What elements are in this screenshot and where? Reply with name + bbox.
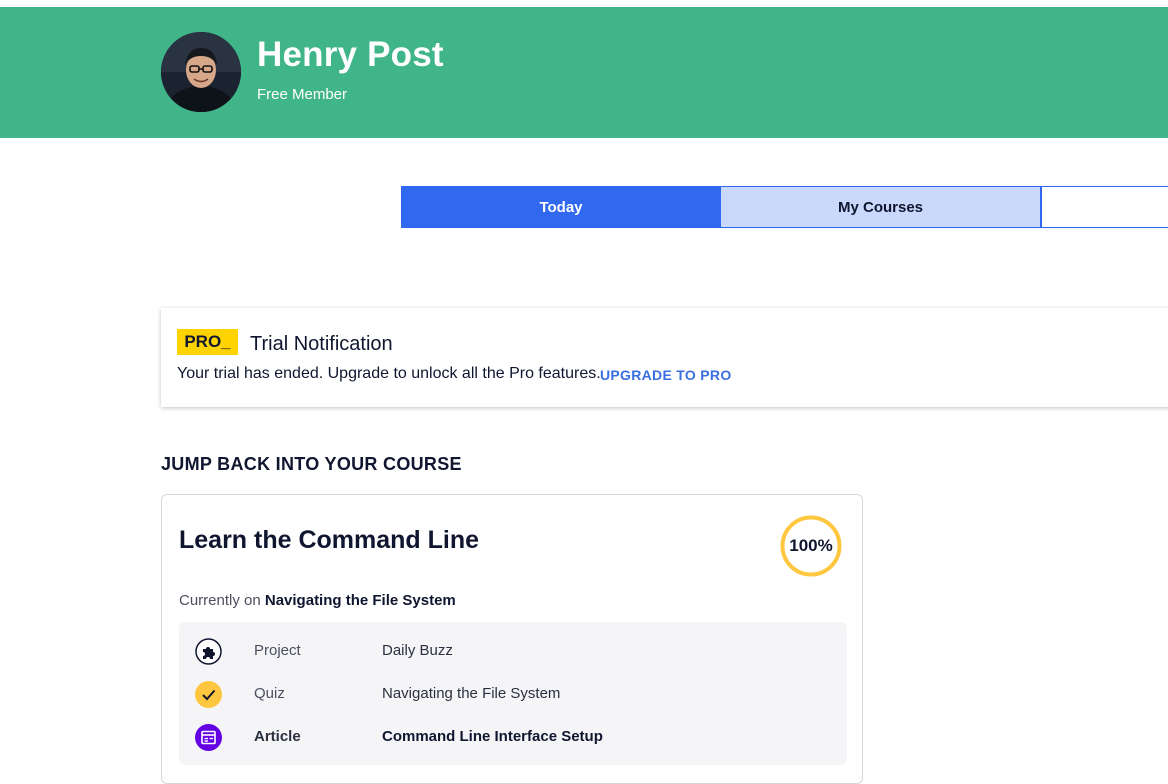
- notification-title: Trial Notification: [250, 333, 393, 355]
- upgrade-to-pro-link[interactable]: UPGRADE TO PRO: [600, 367, 732, 383]
- current-module: Navigating the File System: [264, 592, 456, 609]
- item-name: Daily Buzz: [382, 642, 453, 659]
- list-item[interactable]: Article Command Line Interface Setup: [179, 717, 847, 757]
- list-item[interactable]: Project Daily Buzz: [179, 631, 847, 671]
- article-icon: [195, 724, 222, 751]
- membership-label: Free Member: [257, 86, 348, 103]
- item-type: Article: [254, 728, 301, 745]
- pro-badge: PRO_: [177, 329, 238, 355]
- item-type: Quiz: [254, 685, 285, 702]
- top-border: [0, 0, 1168, 7]
- course-card[interactable]: Learn the Command Line 100% Currently on…: [161, 494, 863, 784]
- item-name: Command Line Interface Setup: [382, 728, 603, 745]
- notification-message: Your trial has ended. Upgrade to unlock …: [177, 365, 601, 382]
- checkmark-icon: [195, 681, 222, 708]
- tab-today[interactable]: Today: [401, 186, 721, 228]
- current-prefix: Currently on: [179, 592, 261, 609]
- avatar-image: [161, 32, 241, 112]
- progress-ring: 100%: [779, 514, 843, 578]
- progress-percent: 100%: [789, 536, 833, 555]
- user-name: Henry Post: [257, 35, 444, 74]
- item-name: Navigating the File System: [382, 685, 561, 702]
- trial-notification-card: PRO_ Trial Notification Your trial has e…: [161, 308, 1168, 407]
- item-type: Project: [254, 642, 301, 659]
- course-items-list: Project Daily Buzz Quiz Navigating the F…: [179, 622, 847, 765]
- tab-my-courses[interactable]: My Courses: [721, 186, 1041, 228]
- tab-overflow[interactable]: [1041, 186, 1168, 228]
- puzzle-icon: [195, 638, 222, 665]
- profile-header: Henry Post Free Member: [0, 7, 1168, 138]
- section-heading: JUMP BACK INTO YOUR COURSE: [161, 454, 462, 474]
- course-title[interactable]: Learn the Command Line: [179, 526, 479, 555]
- list-item[interactable]: Quiz Navigating the File System: [179, 674, 847, 714]
- dashboard-tabs: Today My Courses: [401, 186, 1168, 228]
- current-lesson-line: Currently on Navigating the File System: [179, 592, 456, 609]
- avatar[interactable]: [161, 32, 241, 112]
